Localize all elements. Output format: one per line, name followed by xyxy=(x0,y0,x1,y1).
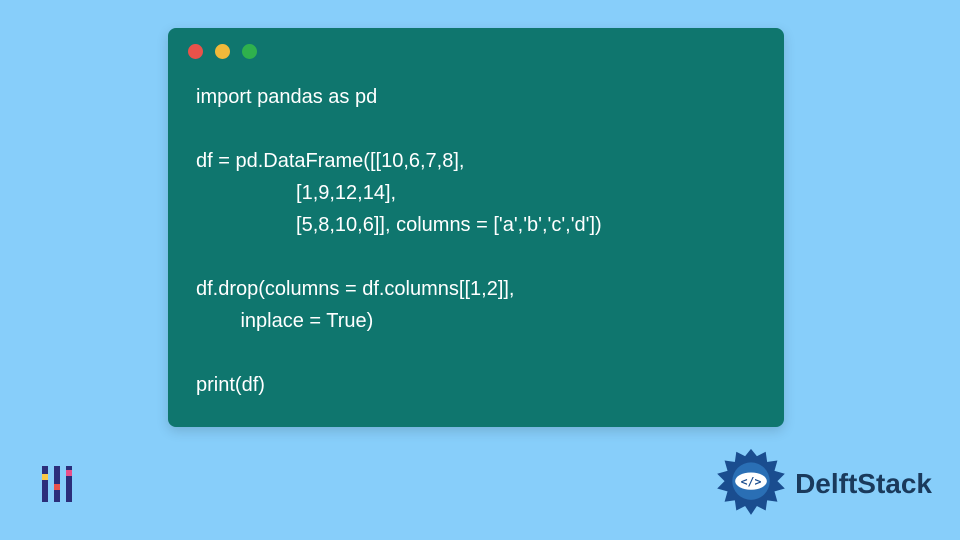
code-line: [1,9,12,14], xyxy=(196,182,396,204)
maximize-icon xyxy=(242,44,257,59)
small-logo-icon xyxy=(34,460,82,508)
code-line: inplace = True) xyxy=(196,310,373,332)
close-icon xyxy=(188,44,203,59)
brand-name: DelftStack xyxy=(795,468,932,500)
window-titlebar xyxy=(168,28,784,67)
gear-icon: </> xyxy=(715,448,787,520)
svg-text:</>: </> xyxy=(741,474,762,488)
code-line: print(df) xyxy=(196,374,265,396)
code-line: [5,8,10,6]], columns = ['a','b','c','d']… xyxy=(196,214,602,236)
code-window: import pandas as pd df = pd.DataFrame([[… xyxy=(168,28,784,427)
minimize-icon xyxy=(215,44,230,59)
code-line: import pandas as pd xyxy=(196,86,377,108)
code-content: import pandas as pd df = pd.DataFrame([[… xyxy=(168,67,784,427)
code-line: df.drop(columns = df.columns[[1,2]], xyxy=(196,278,515,300)
code-line: df = pd.DataFrame([[10,6,7,8], xyxy=(196,150,464,172)
brand-logo: </> DelftStack xyxy=(715,448,932,520)
